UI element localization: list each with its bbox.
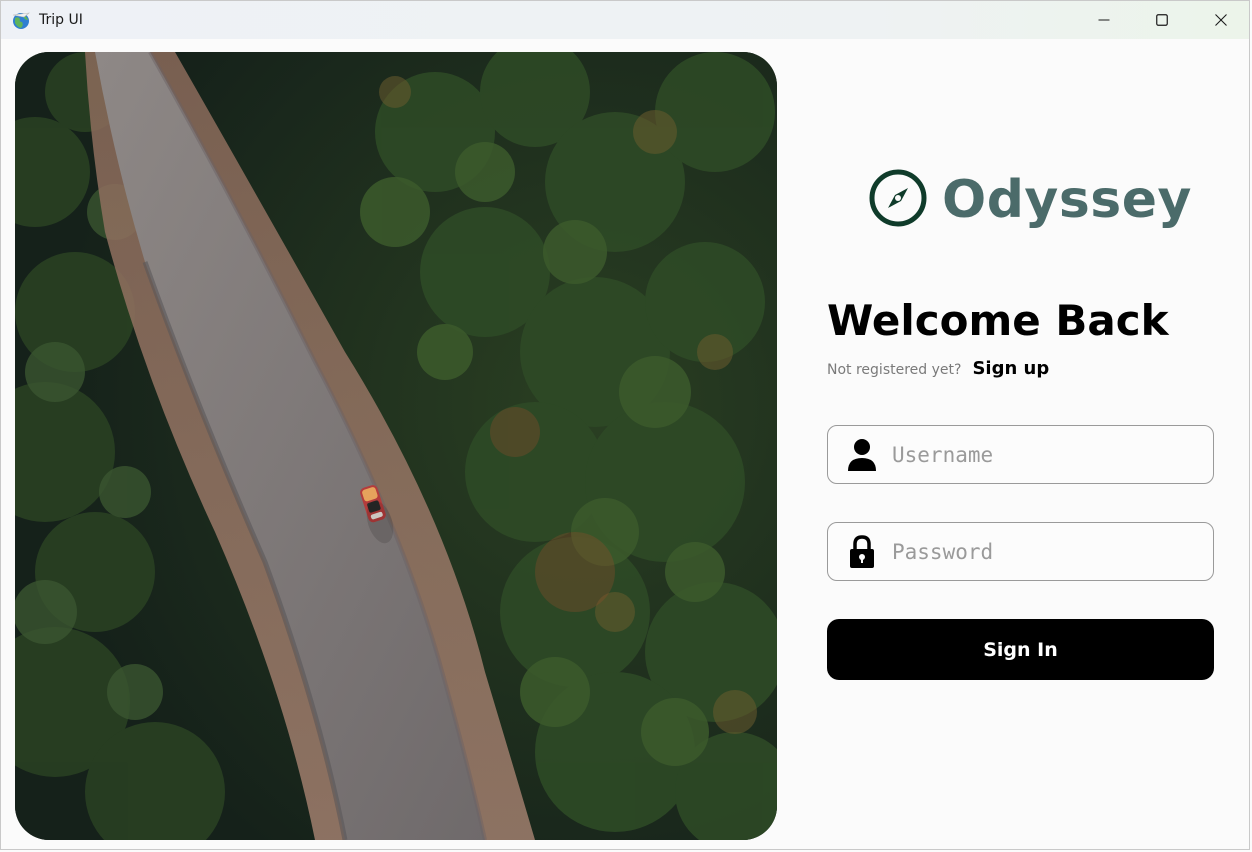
close-icon <box>1215 14 1227 26</box>
lock-icon <box>846 535 878 569</box>
minimize-button[interactable] <box>1075 1 1133 39</box>
title-bar[interactable]: Trip UI <box>1 1 1249 39</box>
maximize-button[interactable] <box>1133 1 1191 39</box>
compass-icon <box>868 168 928 228</box>
brand: Odyssey <box>868 168 1192 230</box>
maximize-icon <box>1156 14 1168 26</box>
not-registered-text: Not registered yet? <box>827 362 962 378</box>
minimize-icon <box>1098 19 1110 21</box>
signup-link[interactable]: Sign up <box>972 358 1049 379</box>
app-window: Trip UI Odyssey Welcome Back Not registe… <box>0 0 1250 850</box>
aerial-forest-road-photo <box>15 52 777 840</box>
password-field[interactable] <box>827 522 1214 581</box>
username-field[interactable] <box>827 425 1214 484</box>
close-button[interactable] <box>1192 1 1250 39</box>
username-input[interactable] <box>890 434 1204 476</box>
signup-row: Not registered yet? Sign up <box>827 358 1049 379</box>
globe-airplane-icon <box>11 10 31 30</box>
password-input[interactable] <box>890 531 1204 573</box>
sign-in-button[interactable]: Sign In <box>827 619 1214 680</box>
brand-name: Odyssey <box>942 170 1192 230</box>
user-icon <box>846 438 878 472</box>
window-title: Trip UI <box>39 12 83 28</box>
page-title: Welcome Back <box>827 296 1169 345</box>
